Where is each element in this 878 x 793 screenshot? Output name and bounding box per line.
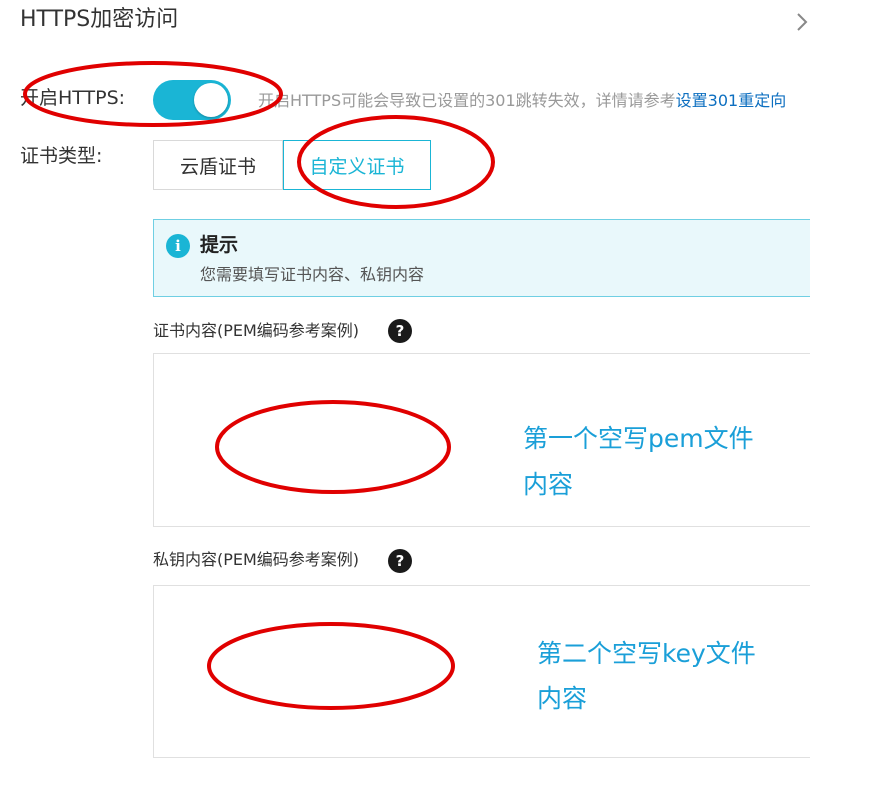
right-edge — [810, 60, 878, 793]
https-hint: 开启HTTPS可能会导致已设置的301跳转失效，详情请参考设置301重定向 — [258, 89, 786, 113]
toggle-knob — [194, 83, 228, 117]
cert-type-label: 证书类型: — [20, 145, 103, 167]
https-settings-panel: HTTPS加密访问 开启HTTPS: 开启HTTPS可能会导致已设置的301跳转… — [0, 0, 878, 793]
private-key-label: 私钥内容(PEM编码参考案例) — [153, 550, 360, 569]
key-annotation-line1: 第二个空写key文件 — [537, 639, 756, 668]
redirect-301-link[interactable]: 设置301重定向 — [676, 91, 787, 110]
tip-text: 您需要填写证书内容、私钥内容 — [200, 265, 425, 284]
https-hint-text: 开启HTTPS可能会导致已设置的301跳转失效，详情请参考 — [258, 91, 676, 110]
question-icon[interactable]: ? — [388, 319, 412, 343]
tip-title: 提示 — [200, 234, 239, 256]
section-title: HTTPS加密访问 — [20, 7, 179, 32]
cert-type-yundun-button[interactable]: 云盾证书 — [153, 140, 283, 190]
info-icon: i — [166, 234, 190, 258]
cert-content-label: 证书内容(PEM编码参考案例) — [153, 321, 360, 340]
cert-type-custom-button[interactable]: 自定义证书 — [283, 140, 431, 190]
chevron-right-icon[interactable] — [792, 10, 812, 34]
cert-annotation-line1: 第一个空写pem文件 — [523, 424, 754, 453]
https-toggle[interactable] — [153, 80, 231, 120]
key-annotation-line2: 内容 — [537, 684, 588, 713]
cert-annotation-line2: 内容 — [523, 470, 574, 499]
question-icon[interactable]: ? — [388, 549, 412, 573]
https-label: 开启HTTPS: — [20, 87, 126, 109]
